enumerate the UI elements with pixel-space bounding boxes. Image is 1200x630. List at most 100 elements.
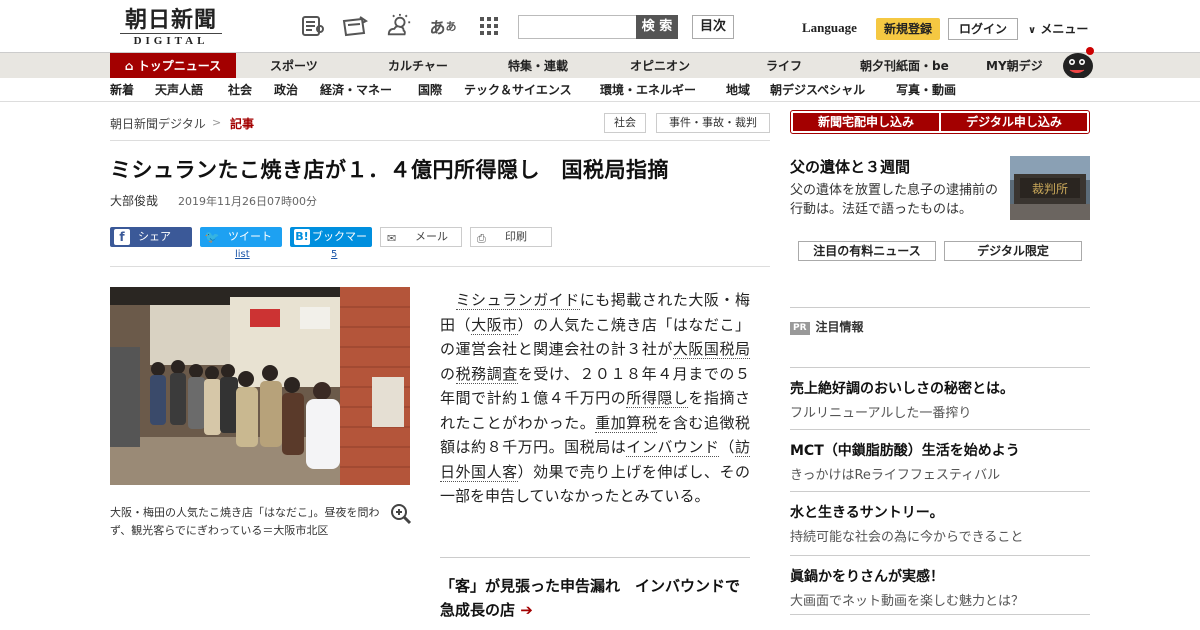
print-button[interactable]: ⎙ 印刷 (470, 227, 552, 247)
article-author: 大部俊哉 (110, 194, 159, 208)
body-text: の (440, 364, 456, 383)
mail-icon: ✉ (387, 232, 397, 245)
nav-sports[interactable]: スポーツ (270, 53, 318, 79)
twitter-bird-icon: 🐦 (204, 230, 220, 244)
primary-nav: ⌂ トップニュース スポーツ カルチャー 特集・連載 オピニオン ライフ 朝夕刊… (0, 52, 1200, 79)
arrow-right-icon: ➔ (520, 601, 533, 619)
tag-incidents[interactable]: 事件・事故・裁判 (656, 113, 770, 133)
hatena-bookmark-label: ブックマーク (312, 230, 367, 263)
pr-item[interactable]: 売上絶好調のおいしさの秘密とは。 フルリニューアルした一番搾り (790, 367, 1090, 421)
pr-item-title: MCT（中鎖脂肪酸）生活を始めよう (790, 443, 1020, 459)
apps-grid-icon[interactable] (476, 14, 502, 38)
keyword-link[interactable]: インバウンド (626, 438, 720, 457)
tab-digital-only[interactable]: デジタル限定 (944, 241, 1082, 261)
feature-thumbnail[interactable]: 裁判所 (1010, 156, 1090, 220)
pr-heading: PR 注目情報 (790, 307, 1090, 335)
nav-region[interactable]: 地域 (726, 78, 750, 102)
nav-tensei-jingo[interactable]: 天声人語 (155, 78, 203, 102)
mail-share-button[interactable]: ✉ メール (380, 227, 462, 247)
chevron-down-icon: ∨ (1028, 25, 1037, 36)
share-divider (110, 266, 770, 267)
nav-photo-video[interactable]: 写真・動画 (896, 78, 956, 102)
register-button[interactable]: 新規登録 (876, 18, 940, 40)
mascot-icon[interactable] (1060, 44, 1096, 80)
printer-icon: ⎙ (477, 232, 486, 245)
facebook-share-button[interactable]: f シェア (110, 227, 192, 247)
keyword-link[interactable]: ミシュランガイド (455, 291, 580, 310)
nav-life[interactable]: ライフ (766, 53, 802, 79)
pr-item-subtitle: 持続可能な社会の為に今からできること (790, 530, 1024, 545)
nav-culture[interactable]: カルチャー (388, 53, 448, 79)
mail-share-label: メール (415, 230, 448, 243)
nav-politics[interactable]: 政治 (274, 78, 298, 102)
nav-society[interactable]: 社会 (228, 78, 252, 102)
site-header: 朝日新聞 DIGITAL ああ 検 索 目次 Language 新規登録 ログイ… (0, 0, 1200, 52)
hatena-count-link[interactable]: 5 (331, 249, 337, 260)
search-input[interactable] (518, 15, 638, 39)
weather-icon[interactable] (386, 13, 412, 38)
twitter-share-button[interactable]: 🐦 ツイート (200, 227, 282, 247)
nav-my-asahi[interactable]: MY朝デジ (986, 53, 1043, 79)
asahi-logo[interactable]: 朝日新聞 DIGITAL (112, 8, 230, 48)
body-text: （ (719, 438, 735, 456)
keyword-link[interactable]: 税務調査 (455, 364, 518, 384)
pr-item[interactable]: MCT（中鎖脂肪酸）生活を始めよう きっかけはReライフフェスティバル (790, 429, 1090, 483)
print-label: 印刷 (505, 230, 527, 243)
feature-title[interactable]: 父の遺体と３週間 (790, 156, 910, 177)
facebook-icon: f (114, 229, 130, 245)
body-indent (440, 291, 456, 309)
hatena-icon: B! (294, 229, 310, 245)
nav-economy[interactable]: 経済・マネー (320, 78, 392, 102)
zoom-icon[interactable] (390, 503, 412, 525)
pr-item[interactable]: 眞鍋かをりさんが実感！ 大画面でネット動画を楽しむ魅力とは？ (790, 555, 1090, 609)
subscribe-paper-button[interactable]: 新聞宅配申し込み (793, 113, 939, 131)
article-photo[interactable] (110, 287, 410, 485)
font-size-icon[interactable]: ああ (430, 14, 457, 38)
photo-caption: 大阪・梅田の人気たこ焼き店「はなだこ」。昼夜を問わず、観光客らでにぎわっている＝… (110, 506, 380, 537)
facebook-share-label: シェア (138, 230, 171, 243)
tag-society[interactable]: 社会 (604, 113, 646, 133)
subscribe-box: 新聞宅配申し込み デジタル申し込み (790, 110, 1090, 134)
twitter-share-label: ツイート (228, 230, 272, 243)
nav-tech-science[interactable]: テック＆サイエンス (464, 78, 572, 102)
scrap-icon[interactable] (342, 14, 368, 38)
secondary-nav: 新着 天声人語 社会 政治 経済・マネー 国際 テック＆サイエンス 環境・エネル… (0, 78, 1200, 102)
keyword-link[interactable]: 大阪市 (471, 315, 518, 335)
nav-digital-special[interactable]: 朝デジスペシャル (770, 78, 865, 102)
search-button[interactable]: 検 索 (636, 15, 678, 39)
login-button[interactable]: ログイン (948, 18, 1018, 40)
menu-label: メニュー (1040, 22, 1089, 36)
subscribe-digital-button[interactable]: デジタル申し込み (941, 113, 1087, 131)
article-body: ミシュランガイドにも掲載された大阪・梅田（大阪市）の人気たこ焼き店「はなだこ」の… (440, 288, 750, 509)
related-article-title: 「客」が見張った申告漏れ インバウンドで急成長の店 (440, 577, 741, 619)
related-article-link[interactable]: 「客」が見張った申告漏れ インバウンドで急成長の店 ➔ (440, 557, 750, 622)
nav-features[interactable]: 特集・連載 (508, 53, 568, 79)
pr-item[interactable]: 水と生きるサントリー。 持続可能な社会の為に今からできること (790, 491, 1090, 545)
language-link[interactable]: Language (802, 20, 857, 36)
breadcrumb-divider (110, 140, 770, 141)
nav-international[interactable]: 国際 (418, 78, 442, 102)
hatena-bookmark-button[interactable]: B! ブックマーク (290, 227, 372, 263)
keyword-link[interactable]: 所得隠し (626, 389, 689, 408)
nav-top-news[interactable]: ⌂ トップニュース (110, 53, 236, 79)
pr-item-subtitle: フルリニューアルした一番搾り (790, 406, 972, 421)
keyword-link[interactable]: 大阪国税局 (672, 340, 750, 359)
twitter-count-link[interactable]: list (235, 249, 250, 260)
pr-item-title: 売上絶好調のおいしさの秘密とは。 (790, 381, 1014, 397)
article-date: 2019年11月26日07時00分 (178, 195, 317, 208)
nav-print-edition[interactable]: 朝夕刊紙面・be (860, 53, 949, 79)
nav-opinion[interactable]: オピニオン (630, 53, 690, 79)
contents-button[interactable]: 目次 (692, 15, 734, 39)
home-icon: ⌂ (124, 59, 134, 73)
tab-paid-news[interactable]: 注目の有料ニュース (798, 241, 936, 261)
keyword-link[interactable]: 重加算税 (595, 413, 658, 433)
nav-environment[interactable]: 環境・エネルギー (600, 78, 696, 102)
pr-heading-label: 注目情報 (815, 320, 864, 334)
feature-description: 父の遺体を放置した息子の逮捕前の行動は。法廷で語ったものは。 (790, 183, 999, 217)
breadcrumb-separator: > (212, 116, 222, 129)
logo-sub-text: DIGITAL (120, 33, 222, 47)
menu-button[interactable]: ∨ メニュー (1028, 20, 1088, 37)
newspaper-icon[interactable] (300, 14, 326, 38)
nav-latest[interactable]: 新着 (110, 78, 134, 102)
breadcrumb-home[interactable]: 朝日新聞デジタル (110, 115, 206, 132)
